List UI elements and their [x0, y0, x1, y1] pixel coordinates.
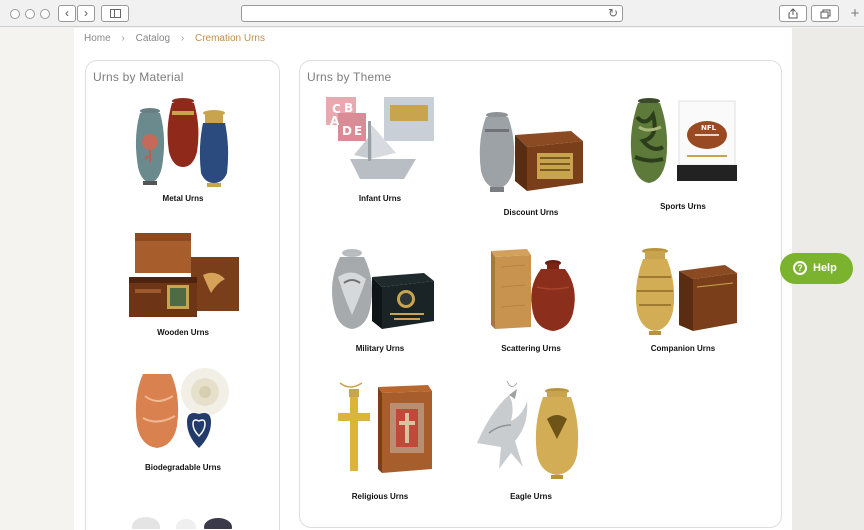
infant-urns-image: C B A D E: [326, 97, 434, 179]
block-letter: D: [342, 124, 352, 138]
breadcrumb-catalog[interactable]: Catalog: [136, 33, 170, 44]
breadcrumb-current: Cremation Urns: [194, 33, 265, 44]
help-button[interactable]: ? Help: [780, 253, 853, 284]
companion-urns-image: [635, 248, 737, 335]
breadcrumb-separator: ›: [121, 33, 125, 44]
block-letter: E: [354, 124, 362, 138]
breadcrumb-separator: ›: [180, 33, 185, 44]
panel-title: Urns by Material: [93, 70, 184, 84]
urns-by-material-panel: Urns by Material Metal Urns Wooden Urns …: [85, 60, 280, 530]
tabs-button[interactable]: [811, 5, 839, 22]
category-military-urns[interactable]: Military Urns: [305, 247, 455, 353]
category-label: Religious Urns: [351, 492, 409, 501]
category-sports-urns[interactable]: NFL Sports Urns: [608, 97, 758, 211]
discount-urns-image: [479, 112, 583, 192]
block-letter: B: [344, 101, 353, 115]
religious-urns-image: [338, 382, 432, 473]
partial-urns-image: [132, 517, 232, 529]
forward-button[interactable]: ›: [77, 5, 95, 22]
military-urns-image: [332, 249, 434, 329]
category-label: Military Urns: [355, 344, 405, 353]
scattering-urns-image: [491, 249, 575, 331]
category-label: Infant Urns: [358, 194, 402, 203]
metal-urns-image: [135, 98, 229, 187]
category-label: Metal Urns: [162, 194, 204, 203]
zoom-window-icon[interactable]: [40, 9, 50, 19]
share-button[interactable]: [779, 5, 807, 22]
back-button[interactable]: ‹: [58, 5, 76, 22]
category-label: Eagle Urns: [510, 492, 552, 501]
breadcrumb-home[interactable]: Home: [84, 33, 111, 44]
breadcrumb: Home › Catalog › Cremation Urns: [84, 33, 265, 44]
sports-urns-image: NFL: [630, 98, 737, 183]
urns-by-theme-panel: Urns by Theme C B A D E Infant Urns Disc…: [299, 60, 782, 528]
category-religious-urns[interactable]: Religious Urns: [305, 381, 455, 501]
football-logo-text: NFL: [701, 124, 717, 132]
panel-title: Urns by Theme: [307, 70, 392, 84]
tabs-icon: [820, 9, 830, 19]
block-letter: A: [330, 114, 340, 128]
sidebar-icon: [110, 9, 121, 18]
category-label: Discount Urns: [503, 208, 559, 217]
eagle-urns-image: [477, 380, 579, 479]
browser-toolbar: ‹ › ↻ +: [0, 0, 864, 27]
category-companion-urns[interactable]: Companion Urns: [608, 247, 758, 353]
minimize-window-icon[interactable]: [25, 9, 35, 19]
address-bar[interactable]: ↻: [241, 5, 623, 22]
category-metal-urns[interactable]: Metal Urns: [108, 97, 258, 203]
sidebar-toggle-button[interactable]: [101, 5, 129, 22]
category-eagle-urns[interactable]: Eagle Urns: [456, 380, 606, 501]
wooden-urns-image: [129, 233, 239, 317]
category-label: Sports Urns: [660, 202, 706, 211]
help-question-icon: ?: [793, 261, 807, 275]
share-icon: [788, 8, 798, 19]
category-scattering-urns[interactable]: Scattering Urns: [456, 247, 606, 353]
category-biodegradable-urns[interactable]: Biodegradable Urns: [108, 366, 258, 472]
category-label: Biodegradable Urns: [144, 463, 221, 472]
reload-icon[interactable]: ↻: [608, 6, 618, 21]
help-label: Help: [813, 262, 837, 274]
category-wooden-urns[interactable]: Wooden Urns: [108, 231, 258, 337]
category-label: Wooden Urns: [157, 328, 209, 337]
category-label: Scattering Urns: [501, 344, 561, 353]
category-discount-urns[interactable]: Discount Urns: [456, 111, 606, 217]
biodegradable-urns-image: [135, 368, 229, 448]
page-content: Home › Catalog › Cremation Urns Urns by …: [74, 28, 792, 530]
category-label: Companion Urns: [650, 344, 716, 353]
new-tab-icon[interactable]: +: [848, 6, 862, 22]
close-window-icon[interactable]: [10, 9, 20, 19]
category-infant-urns[interactable]: C B A D E Infant Urns: [305, 97, 455, 203]
